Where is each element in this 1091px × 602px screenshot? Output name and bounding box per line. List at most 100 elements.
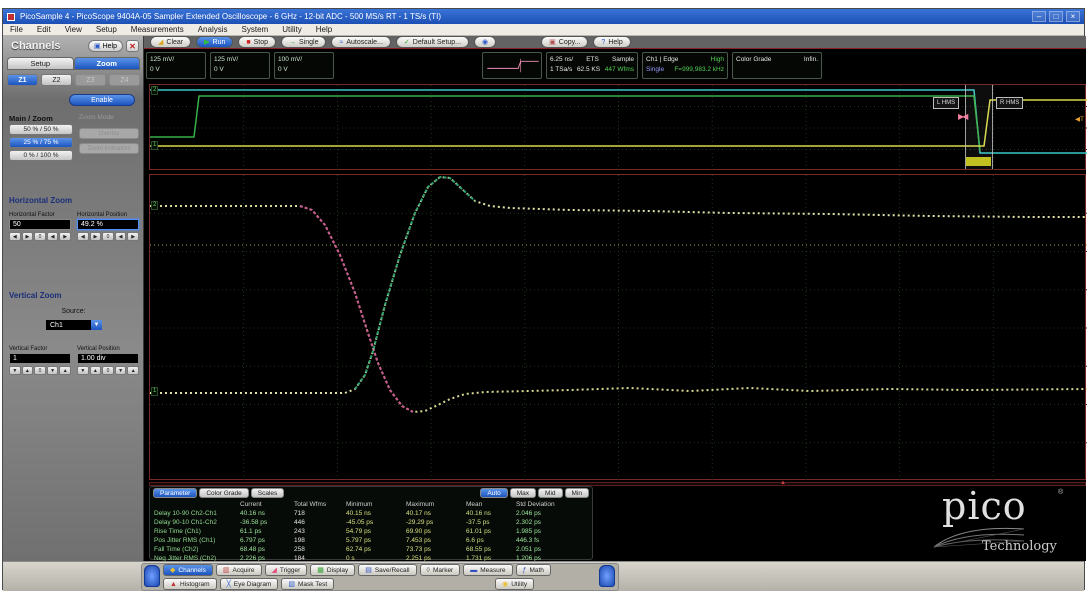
menu-setup[interactable]: Setup <box>89 25 124 34</box>
left-hms-marker[interactable]: L HMS <box>933 97 959 109</box>
zoom-waveform-display[interactable]: 2 1 <box>149 174 1086 480</box>
hms-bowtie-icon[interactable]: ▶◀ <box>958 112 966 121</box>
stepper-button[interactable]: ◀ <box>115 232 127 241</box>
minimize-button[interactable]: – <box>1032 11 1046 22</box>
zoom-window-right-edge[interactable] <box>992 85 993 169</box>
measure-button[interactable]: ▬Measure <box>463 564 512 576</box>
menu-help[interactable]: Help <box>309 25 339 34</box>
horizontal-factor-field[interactable]: 50 <box>9 219 71 230</box>
ch3-readout[interactable]: 100 mV/0 V <box>274 52 334 79</box>
stepper-button[interactable]: ▶ <box>127 232 139 241</box>
histogram-button[interactable]: ▲Histogram <box>163 578 217 590</box>
trigger-preview-box[interactable] <box>482 52 542 79</box>
stepper-button[interactable]: ▶ <box>22 232 34 241</box>
right-hms-marker[interactable]: R HMS <box>996 97 1023 109</box>
stepper-button[interactable]: 0 <box>102 232 114 241</box>
menu-edit[interactable]: Edit <box>30 25 58 34</box>
display-button[interactable]: ▦Display <box>310 564 355 576</box>
menu-system[interactable]: System <box>235 25 276 34</box>
menu-view[interactable]: View <box>58 25 89 34</box>
mask-test-button[interactable]: ▧Mask Test <box>281 578 334 590</box>
math-button[interactable]: ƒMath <box>516 564 551 576</box>
tab-setup[interactable]: Setup <box>7 57 74 70</box>
copy-button[interactable]: ▣Copy... <box>541 36 588 48</box>
autoscale-button[interactable]: ≈Autoscale... <box>331 36 390 48</box>
stepper-button[interactable]: ▼ <box>47 366 59 375</box>
stepper-button[interactable]: ▲ <box>90 366 102 375</box>
sidebar-close-button[interactable]: ✕ <box>126 40 139 52</box>
stepper-button[interactable]: 0 <box>34 366 46 375</box>
ratio-option[interactable]: 50 % / 50 % <box>9 124 73 135</box>
measurement-value: 198 <box>294 536 346 545</box>
vertical-position-field[interactable]: 1.00 div <box>77 353 139 364</box>
stat-tab-auto[interactable]: Auto <box>480 488 507 498</box>
stepper-button[interactable]: 0 <box>34 232 46 241</box>
measurement-value: 6.797 ps <box>240 536 294 545</box>
button-label: Autoscale... <box>346 39 383 46</box>
zoom-select-z1[interactable]: Z1 <box>7 74 38 86</box>
stepper-button[interactable]: ▶ <box>90 232 102 241</box>
clear-button[interactable]: ◢Clear <box>150 36 191 48</box>
math-icon: ƒ <box>523 567 527 574</box>
stepper-button[interactable]: ▲ <box>22 366 34 375</box>
measurement-value: -37.5 ps <box>466 518 516 527</box>
menu-file[interactable]: File <box>3 25 30 34</box>
ratio-option[interactable]: 25 % / 75 % <box>9 137 73 148</box>
color-grade-readout[interactable]: Color Grade Infin. <box>732 52 822 79</box>
chevron-down-icon[interactable]: ▼ <box>91 320 102 330</box>
eye-diagram-button[interactable]: ╳Eye Diagram <box>220 578 279 590</box>
zoom-select-z2[interactable]: Z2 <box>41 74 72 86</box>
stepper-button[interactable]: ▲ <box>59 366 71 375</box>
stop-button[interactable]: ■Stop <box>238 36 276 48</box>
main-timebase-display[interactable]: L HMS R HMS ▶◀ ◀T 2 1 <box>149 84 1086 170</box>
run-button[interactable]: ▶Run <box>196 36 233 48</box>
default-setup-button[interactable]: ✓Default Setup... <box>396 36 469 48</box>
enable-button[interactable]: Enable <box>69 94 135 106</box>
stat-tab-max[interactable]: Max <box>510 488 536 498</box>
meas-tab-scales[interactable]: Scales <box>251 488 285 498</box>
marker-button[interactable]: ◊Marker <box>420 564 461 576</box>
utility-button[interactable]: ◉Utility <box>495 578 534 590</box>
stepper-button[interactable]: 0 <box>102 366 114 375</box>
menu-analysis[interactable]: Analysis <box>191 25 235 34</box>
ratio-option[interactable]: 0 % / 100 % <box>9 150 73 161</box>
meas-tab-color-grade[interactable]: Color Grade <box>199 488 248 498</box>
single-button[interactable]: →Single <box>281 36 326 48</box>
stepper-button[interactable]: ◀ <box>47 232 59 241</box>
menu-measurements[interactable]: Measurements <box>124 25 191 34</box>
channel-2-marker: 2 <box>151 86 158 95</box>
title-bar[interactable]: PicoSample 4 - PicoScope 9404A-05 Sample… <box>3 9 1084 24</box>
maximize-button[interactable]: □ <box>1049 11 1063 22</box>
camera-button[interactable]: ◉ <box>474 36 496 48</box>
stepper-button[interactable]: ▼ <box>115 366 127 375</box>
meas-tab-parameter[interactable]: Parameter <box>153 488 197 498</box>
trigger-button[interactable]: ◢Trigger <box>265 564 308 576</box>
stepper-button[interactable]: ◀ <box>9 232 21 241</box>
acquire-button[interactable]: ▥Acquire <box>216 564 262 576</box>
menu-utility[interactable]: Utility <box>275 25 309 34</box>
ch1-readout[interactable]: 125 mV/0 V <box>146 52 206 79</box>
stepper-button[interactable]: ▶ <box>59 232 71 241</box>
stepper-button[interactable]: ▲ <box>127 366 139 375</box>
stepper-button[interactable]: ▼ <box>9 366 21 375</box>
trigger-readout[interactable]: Ch1 | Edge High Single F=999,983.2 kHz <box>642 52 728 79</box>
default-setup-icon: ✓ <box>404 39 410 46</box>
stepper-button[interactable]: ▼ <box>77 366 89 375</box>
horizontal-position-field[interactable]: 49.2 % <box>77 219 139 230</box>
readout-strip: 6.25 ns/ ETS Sample 1 TSa/s 62.5 KS 447 … <box>144 49 1086 83</box>
button-label: Default Setup... <box>413 39 461 46</box>
close-button[interactable]: × <box>1066 11 1080 22</box>
source-dropdown[interactable]: Ch1 ▼ <box>45 319 103 331</box>
timebase-readout[interactable]: 6.25 ns/ ETS Sample 1 TSa/s 62.5 KS 447 … <box>546 52 638 79</box>
help-button[interactable]: ?Help <box>593 36 630 48</box>
stepper-button[interactable]: ◀ <box>77 232 89 241</box>
ch2-edge-overlay <box>300 206 413 412</box>
channels-button[interactable]: ◆Channels <box>163 564 213 576</box>
save-recall-button[interactable]: ▤Save/Recall <box>358 564 416 576</box>
tab-zoom[interactable]: Zoom <box>74 57 141 70</box>
stat-tab-mid[interactable]: Mid <box>538 488 562 498</box>
stat-tab-min[interactable]: Min <box>565 488 589 498</box>
vertical-factor-field[interactable]: 1 <box>9 353 71 364</box>
ch2-readout[interactable]: 125 mV/0 V <box>210 52 270 79</box>
sidebar-help-button[interactable]: ▣ Help <box>88 40 123 52</box>
